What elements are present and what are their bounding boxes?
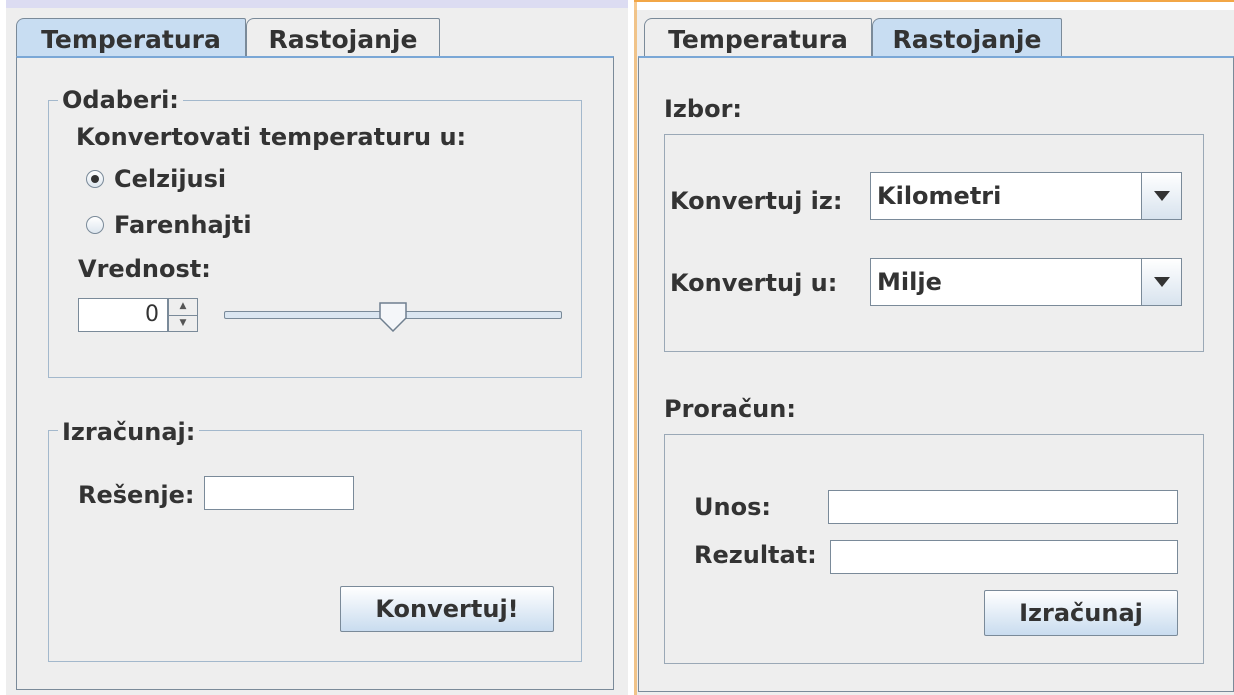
resenje-label: Rešenje: — [78, 481, 195, 509]
tab-temperatura[interactable]: Temperatura — [16, 18, 246, 56]
chevron-down-icon[interactable] — [1141, 173, 1181, 219]
resenje-field[interactable] — [204, 476, 354, 510]
spinner-value-text: 0 — [145, 302, 159, 327]
tab-temperatura[interactable]: Temperatura — [644, 18, 872, 56]
vrednost-label: Vrednost: — [78, 255, 211, 283]
unos-input[interactable] — [828, 490, 1178, 524]
konvertuj-iz-label: Konvertuj iz: — [670, 187, 843, 215]
distance-converter-window: Temperatura Rastojanje Izbor: Konvertuj … — [634, 0, 1234, 695]
chevron-down-icon[interactable] — [1141, 259, 1181, 305]
konvertuj-u-label: Konvertuj u: — [670, 269, 838, 297]
celzijusi-label[interactable]: Celzijusi — [114, 164, 226, 194]
spinner-buttons: ▲ ▼ — [168, 298, 198, 332]
temperature-converter-window: Temperatura Rastojanje Odaberi: Konverto… — [0, 0, 628, 695]
to-unit-dropdown[interactable]: Milje — [870, 258, 1182, 306]
spinner-up-button[interactable]: ▲ — [169, 299, 197, 315]
from-unit-dropdown[interactable]: Kilometri — [870, 172, 1182, 220]
tab-rastojanje[interactable]: Rastojanje — [246, 18, 440, 56]
rezultat-label: Rezultat: — [694, 541, 817, 569]
window-frame-left — [0, 0, 6, 695]
izracunaj-button[interactable]: Izračunaj — [984, 590, 1178, 636]
window-frame-left — [634, 0, 637, 695]
value-slider-thumb[interactable] — [379, 302, 407, 332]
izbor-panel — [664, 134, 1204, 352]
rezultat-field[interactable] — [830, 540, 1178, 574]
value-spinner-input[interactable]: 0 — [78, 298, 168, 332]
izbor-heading: Izbor: — [664, 95, 742, 123]
farenhajti-radio[interactable] — [86, 216, 104, 234]
window-frame-top — [0, 0, 628, 8]
farenhajti-label[interactable]: Farenhajti — [114, 210, 252, 240]
konvertuj-button[interactable]: Konvertuj! — [340, 586, 554, 632]
unos-label: Unos: — [694, 493, 771, 521]
window-frame-top — [634, 0, 1234, 10]
to-unit-value: Milje — [877, 268, 942, 296]
odaberi-legend: Odaberi: — [58, 86, 183, 114]
celzijusi-radio[interactable] — [86, 170, 104, 188]
tab-rastojanje[interactable]: Rastojanje — [872, 18, 1062, 56]
convert-prompt-label: Konvertovati temperaturu u: — [76, 123, 467, 151]
from-unit-value: Kilometri — [877, 182, 1002, 210]
radio-selected-dot — [91, 175, 99, 183]
izracunaj-legend: Izračunaj: — [58, 418, 200, 446]
proracun-heading: Proračun: — [664, 395, 796, 423]
spinner-down-button[interactable]: ▼ — [169, 315, 197, 331]
